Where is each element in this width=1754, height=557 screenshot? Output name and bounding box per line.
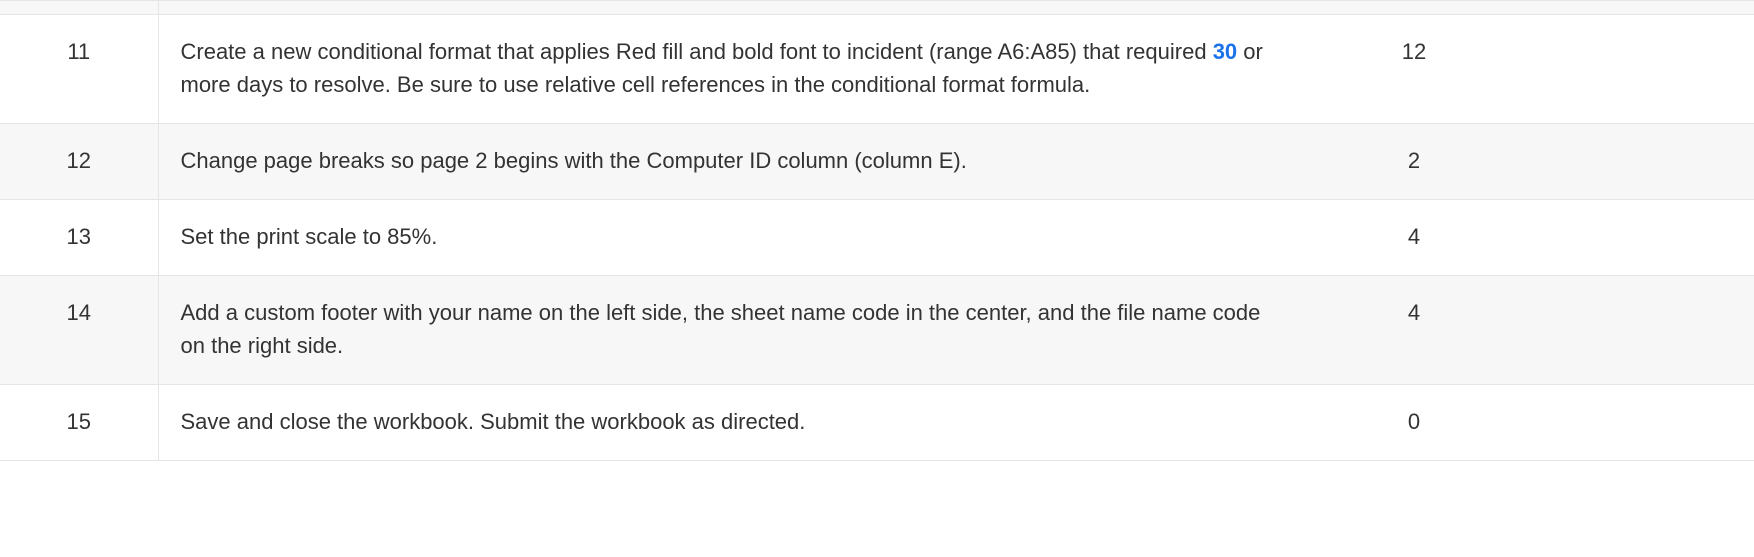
- step-number: 12: [0, 124, 158, 200]
- pad-cell: [1514, 276, 1754, 385]
- step-points: 4: [1314, 200, 1514, 276]
- desc-text-pre: Change page breaks so page 2 begins with…: [181, 148, 967, 173]
- step-description: Create a new conditional format that app…: [158, 15, 1314, 124]
- step-points: 4: [1314, 276, 1514, 385]
- desc-text-pre: Add a custom footer with your name on th…: [181, 300, 1261, 358]
- desc-emph: 30: [1213, 39, 1237, 64]
- table-row: 12 Change page breaks so page 2 begins w…: [0, 124, 1754, 200]
- step-number: 15: [0, 385, 158, 461]
- step-description: Change page breaks so page 2 begins with…: [158, 124, 1314, 200]
- table-row: 11 Create a new conditional format that …: [0, 15, 1754, 124]
- step-points: 2: [1314, 124, 1514, 200]
- desc-text-pre: Create a new conditional format that app…: [181, 39, 1213, 64]
- table-row: 14 Add a custom footer with your name on…: [0, 276, 1754, 385]
- table-header-strip: [0, 1, 1754, 15]
- step-description: Add a custom footer with your name on th…: [158, 276, 1314, 385]
- step-description: Set the print scale to 85%.: [158, 200, 1314, 276]
- table-row: 15 Save and close the workbook. Submit t…: [0, 385, 1754, 461]
- pad-cell: [1514, 124, 1754, 200]
- pad-cell: [1514, 385, 1754, 461]
- step-points: 0: [1314, 385, 1514, 461]
- step-number: 11: [0, 15, 158, 124]
- pad-cell: [1514, 15, 1754, 124]
- step-points: 12: [1314, 15, 1514, 124]
- instruction-table: 11 Create a new conditional format that …: [0, 0, 1754, 461]
- desc-text-pre: Save and close the workbook. Submit the …: [181, 409, 806, 434]
- table-row: 13 Set the print scale to 85%. 4: [0, 200, 1754, 276]
- step-number: 14: [0, 276, 158, 385]
- step-description: Save and close the workbook. Submit the …: [158, 385, 1314, 461]
- desc-text-pre: Set the print scale to 85%.: [181, 224, 438, 249]
- pad-cell: [1514, 200, 1754, 276]
- step-number: 13: [0, 200, 158, 276]
